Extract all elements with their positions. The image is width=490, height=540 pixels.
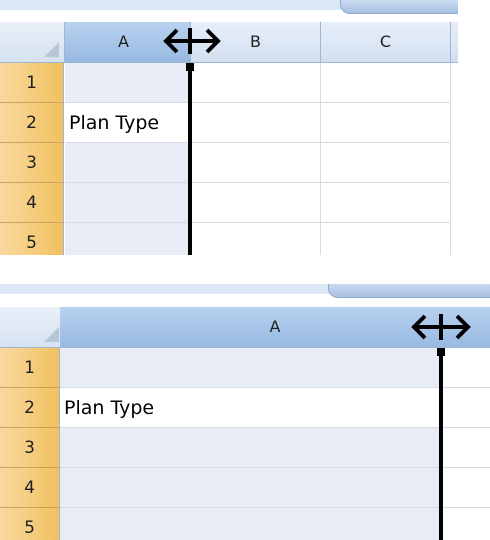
cell-text: Plan Type (69, 112, 160, 134)
resize-guide-line (188, 64, 192, 255)
row-header-5[interactable]: 5 (0, 508, 60, 540)
row-header-4[interactable]: 4 (0, 183, 64, 223)
row-header-3[interactable]: 3 (0, 143, 64, 183)
row-header-label: 1 (26, 73, 37, 93)
row-header-label: 5 (24, 518, 35, 538)
cell-b1[interactable] (191, 63, 321, 103)
cell-b4[interactable] (442, 468, 490, 508)
cell-a4[interactable] (60, 468, 442, 508)
cell-a3[interactable] (60, 428, 442, 468)
column-header-label: C (379, 32, 392, 51)
column-resize-cursor-icon[interactable] (410, 312, 472, 342)
select-all-button[interactable] (0, 307, 65, 347)
column-header-label: A (118, 32, 129, 51)
cell-text: Plan Type (64, 397, 155, 419)
row-header-label: 4 (24, 478, 35, 498)
cell-a5[interactable] (60, 508, 442, 540)
spreadsheet-after-resize: A 1 2 3 4 5 Plan Type (0, 284, 490, 540)
cell-c3[interactable] (321, 143, 451, 183)
cell-a3[interactable] (65, 143, 191, 183)
row-header-label: 5 (26, 233, 37, 253)
select-all-button[interactable] (0, 22, 65, 62)
row-header-label: 1 (24, 358, 35, 378)
cell-b4[interactable] (191, 183, 321, 223)
row-header-1[interactable]: 1 (0, 63, 64, 103)
column-header-label: B (250, 32, 261, 51)
cell-a4[interactable] (65, 183, 191, 223)
row-header-label: 3 (24, 438, 35, 458)
row-header-label: 2 (24, 398, 35, 418)
cell-a2[interactable]: Plan Type (60, 388, 442, 428)
row-header-3[interactable]: 3 (0, 428, 60, 468)
cell-a5[interactable] (65, 223, 191, 255)
row-header-label: 4 (26, 193, 37, 213)
row-header-1[interactable]: 1 (0, 348, 60, 388)
select-all-triangle-icon (44, 327, 59, 342)
row-header-5[interactable]: 5 (0, 223, 64, 255)
scroll-tab[interactable] (328, 284, 490, 298)
row-header-2[interactable]: 2 (0, 388, 60, 428)
spreadsheet-before-resize: A B C 1 2 3 4 5 Plan Type (0, 0, 458, 255)
cell-c5[interactable] (321, 223, 451, 255)
row-header-4[interactable]: 4 (0, 468, 60, 508)
cell-b1[interactable] (442, 348, 490, 388)
row-header-2[interactable]: 2 (0, 103, 64, 143)
resize-guide-handle (437, 348, 445, 356)
cell-c2[interactable] (321, 103, 451, 143)
row-header-label: 3 (26, 153, 37, 173)
column-resize-cursor-icon[interactable] (162, 26, 222, 56)
cell-b2[interactable] (442, 388, 490, 428)
select-all-triangle-icon (44, 42, 59, 57)
cell-b3[interactable] (442, 428, 490, 468)
cell-a1[interactable] (60, 348, 442, 388)
cell-c1[interactable] (321, 63, 451, 103)
column-header-label: A (269, 317, 281, 336)
cell-b5[interactable] (442, 508, 490, 540)
cell-b5[interactable] (191, 223, 321, 255)
scroll-tab[interactable] (340, 0, 458, 14)
cell-a1[interactable] (65, 63, 191, 103)
resize-guide-handle (186, 63, 194, 71)
cell-a2[interactable]: Plan Type (65, 103, 191, 143)
resize-guide-line (439, 349, 443, 540)
cell-b2[interactable] (191, 103, 321, 143)
cell-c4[interactable] (321, 183, 451, 223)
column-header-c[interactable]: C (321, 22, 451, 62)
cell-b3[interactable] (191, 143, 321, 183)
row-header-label: 2 (26, 113, 37, 133)
